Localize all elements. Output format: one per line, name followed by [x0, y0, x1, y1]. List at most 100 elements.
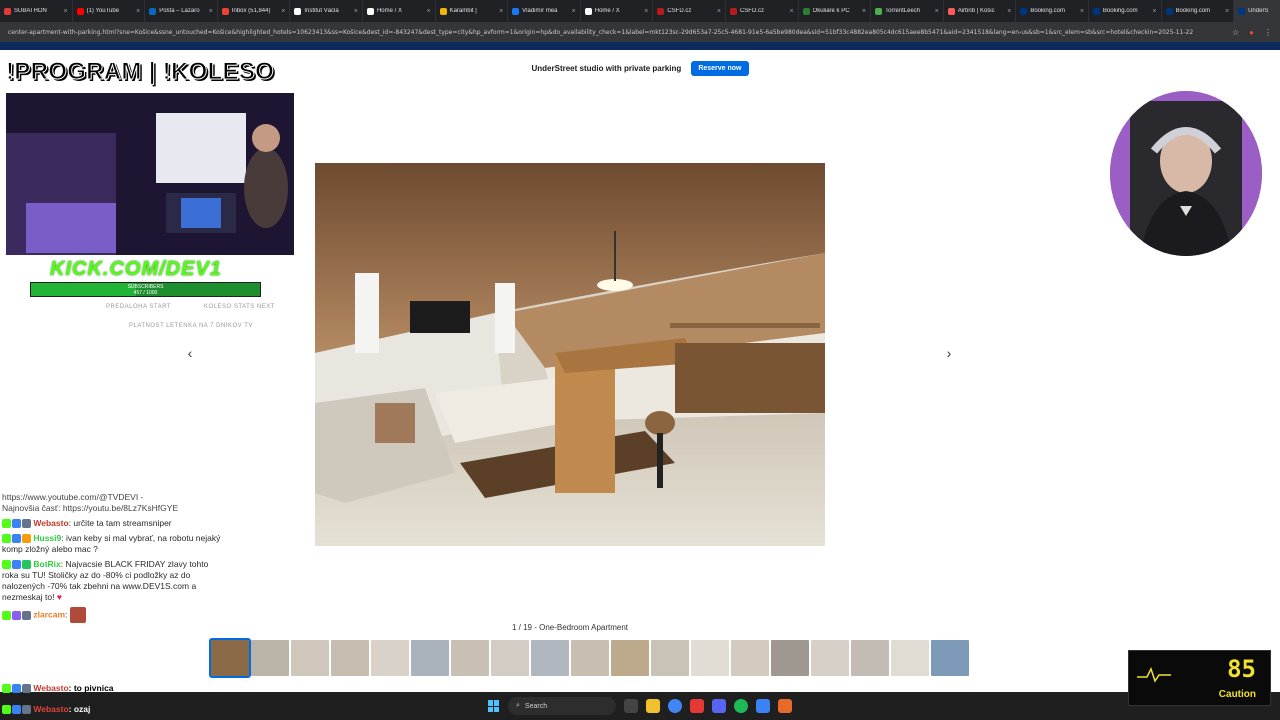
tab-close-icon[interactable]: ×	[281, 8, 285, 15]
temperature-widget: 85 Caution	[1128, 650, 1271, 706]
tab-close-icon[interactable]: ×	[644, 8, 648, 15]
gallery-thumbnail[interactable]	[731, 640, 769, 676]
browser-tab[interactable]: Home / X ×	[581, 0, 654, 22]
gallery-thumbnail[interactable]	[491, 640, 529, 676]
setup-camera-illustration	[6, 93, 294, 255]
gallery-thumbnail[interactable]	[291, 640, 329, 676]
menu-icon[interactable]: ⋮	[1264, 28, 1272, 37]
overlay-text-3: PLATNOST LETENKA NA 7 DNIKOV TV	[129, 323, 253, 329]
previous-photo-button[interactable]: ‹	[182, 345, 198, 361]
photo-caption: 1 / 19 - One-Bedroom Apartment	[511, 623, 629, 632]
streamer-facecam	[1110, 91, 1262, 256]
browser-tab[interactable]: ČSFD.cz ×	[726, 0, 799, 22]
tab-close-icon[interactable]: ×	[1152, 8, 1156, 15]
browser-tab[interactable]: TorrentLeech ×	[871, 0, 944, 22]
gallery-thumbnail[interactable]	[851, 640, 889, 676]
gallery-thumbnail[interactable]	[691, 640, 729, 676]
chat-message: Webasto: určite ta tam streamsniper	[2, 518, 222, 529]
temperature-status: Caution	[1218, 689, 1256, 700]
reserve-now-button[interactable]: Reserve now	[691, 60, 749, 76]
chat-username: Webasto	[33, 518, 69, 528]
tab-close-icon[interactable]: ×	[935, 8, 939, 15]
tab-close-icon[interactable]: ×	[717, 8, 721, 15]
gallery-thumbnail[interactable]	[771, 640, 809, 676]
browser-tab[interactable]: UnderS×	[1234, 0, 1280, 22]
browser-tab[interactable]: Airbnb | Košic ×	[944, 0, 1017, 22]
tab-favicon-icon	[4, 7, 11, 15]
browser-tab[interactable]: Booking.com ×	[1162, 0, 1235, 22]
tab-close-icon[interactable]: ×	[1225, 8, 1229, 15]
browser-tab[interactable]: SUBATHON ×	[0, 0, 73, 22]
url-text[interactable]: center-apartment-with-parking.html?sne=K…	[8, 29, 1224, 36]
gallery-thumbnail[interactable]	[811, 640, 849, 676]
tab-close-icon[interactable]: ×	[1007, 8, 1011, 15]
tab-close-icon[interactable]: ×	[572, 8, 576, 15]
browser-tab[interactable]: ČSFD.cz ×	[653, 0, 726, 22]
subscriber-goal-bar: SUBSCRIBERS 457 / 1000	[30, 282, 261, 297]
tab-close-icon[interactable]: ×	[499, 8, 503, 15]
next-photo-button[interactable]: ›	[941, 345, 957, 361]
chat-message: BotRix: Najvacsie BLACK FRIDAY zlavy toh…	[2, 559, 222, 603]
chat-username: Webasto	[33, 704, 69, 714]
gallery-thumbnail[interactable]	[931, 640, 969, 676]
tab-label: Home / X	[376, 8, 402, 14]
gallery-thumbnail[interactable]	[251, 640, 289, 676]
gallery-thumbnail[interactable]	[371, 640, 409, 676]
address-bar[interactable]: center-apartment-with-parking.html?sne=K…	[0, 22, 1280, 42]
chat-message: Hussi9: ivan keby si mal vybrať, na robo…	[2, 533, 222, 555]
tab-label: Pošta – Lazaro	[159, 8, 200, 14]
gallery-thumbnail[interactable]	[891, 640, 929, 676]
tab-label: Institut Václa	[304, 8, 339, 14]
browser-tab[interactable]: (1) YouTube ×	[73, 0, 146, 22]
thumbnail-strip	[209, 638, 969, 678]
bookmark-star-icon[interactable]: ☆	[1232, 28, 1239, 37]
gallery-thumbnail[interactable]	[209, 638, 251, 678]
browser-tab[interactable]: Home / X ×	[363, 0, 436, 22]
browser-tab[interactable]: Okuliare k PC ×	[799, 0, 872, 22]
spotify-icon[interactable]	[734, 699, 748, 713]
app-icon[interactable]	[690, 699, 704, 713]
browser-tab[interactable]: Institut Václa ×	[290, 0, 363, 22]
browser-tab[interactable]: Vladimír mea ×	[508, 0, 581, 22]
tab-close-icon[interactable]: ×	[426, 8, 430, 15]
main-gallery-photo[interactable]	[315, 163, 825, 546]
tab-favicon-icon	[439, 7, 447, 15]
gallery-thumbnail[interactable]	[331, 640, 369, 676]
discord-icon[interactable]	[712, 699, 726, 713]
tab-close-icon[interactable]: ×	[136, 8, 140, 15]
tab-close-icon[interactable]: ×	[64, 8, 68, 15]
tab-close-icon[interactable]: ×	[862, 8, 866, 15]
gallery-thumbnail[interactable]	[571, 640, 609, 676]
booking-header-strip	[0, 42, 1280, 50]
tab-favicon-icon	[729, 7, 737, 15]
chrome-icon[interactable]	[668, 699, 682, 713]
tab-close-icon[interactable]: ×	[789, 8, 793, 15]
tab-close-icon[interactable]: ×	[354, 8, 358, 15]
chat-text: :	[65, 609, 68, 620]
gallery-thumbnail[interactable]	[531, 640, 569, 676]
taskbar-search[interactable]: ⌕ Search	[508, 697, 616, 715]
browser-tab[interactable]: Pošta – Lazaro ×	[145, 0, 218, 22]
setup-camera-feed	[6, 93, 294, 255]
app-icon[interactable]	[756, 699, 770, 713]
gallery-thumbnail[interactable]	[451, 640, 489, 676]
tab-close-icon[interactable]: ×	[209, 8, 213, 15]
browser-tab[interactable]: Inbox (51,844) ×	[218, 0, 291, 22]
extension-icon[interactable]: ●	[1249, 28, 1254, 37]
tab-favicon-icon	[149, 7, 157, 15]
browser-tab[interactable]: Karambit | ×	[436, 0, 509, 22]
windows-start-icon[interactable]	[488, 700, 500, 712]
tab-favicon-icon	[366, 7, 374, 15]
browser-tab[interactable]: Booking.com ×	[1016, 0, 1089, 22]
gallery-thumbnail[interactable]	[651, 640, 689, 676]
gallery-thumbnail[interactable]	[611, 640, 649, 676]
task-view-icon[interactable]	[624, 699, 638, 713]
app-icon[interactable]	[778, 699, 792, 713]
chat-username: BotRix	[33, 559, 61, 569]
temperature-value: 85	[1227, 655, 1256, 683]
tab-close-icon[interactable]: ×	[1080, 8, 1084, 15]
chat-text: : to pivnica	[68, 683, 114, 693]
file-explorer-icon[interactable]	[646, 699, 660, 713]
gallery-thumbnail[interactable]	[411, 640, 449, 676]
browser-tab[interactable]: Booking.com ×	[1089, 0, 1162, 22]
